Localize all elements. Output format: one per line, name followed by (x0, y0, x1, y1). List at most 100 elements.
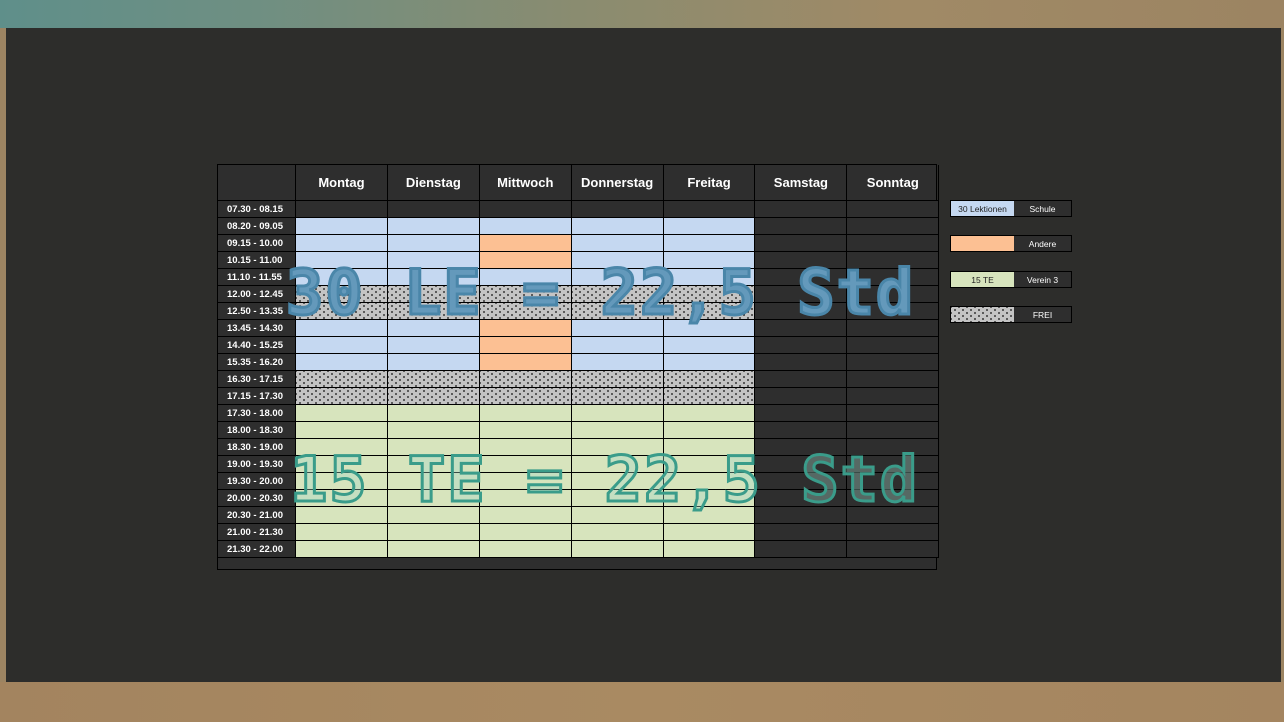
time-slot-label: 12.50 - 13.35 (218, 303, 296, 320)
timetable-cell-schule (571, 337, 664, 354)
timetable-cell-frei (296, 371, 388, 388)
timetable-cell-empty (847, 388, 940, 405)
day-header: Mittwoch (479, 165, 572, 201)
timetable-cell-schule (663, 337, 756, 354)
timetable-cell-frei (387, 371, 480, 388)
timetable-cell-schule (571, 235, 664, 252)
timetable-cell-empty (755, 541, 848, 558)
timetable-cell-frei (387, 388, 480, 405)
timetable-cell-andere (479, 235, 572, 252)
timetable-cell-empty (847, 524, 940, 541)
timetable-cell-verein (571, 524, 664, 541)
timetable-cell-frei (571, 388, 664, 405)
timetable-cell-schule (296, 235, 388, 252)
time-slot-label: 19.00 - 19.30 (218, 456, 296, 473)
legend-item-schule: 30 Lektionen Schule (950, 200, 1072, 217)
time-slot-label: 21.00 - 21.30 (218, 524, 296, 541)
timetable-cell-empty (847, 371, 940, 388)
day-header: Montag (296, 165, 388, 201)
timetable-cell-schule (296, 337, 388, 354)
school-hours-overlay: 30 LE = 22,5 Std (284, 255, 916, 331)
corner-header (218, 165, 296, 201)
timetable-cell-empty (847, 405, 940, 422)
legend-swatch (951, 236, 1014, 251)
time-slot-label: 18.30 - 19.00 (218, 439, 296, 456)
timetable-cell-schule (571, 354, 664, 371)
timetable-cell-empty (479, 201, 572, 218)
timetable-cell-empty (296, 201, 388, 218)
timetable-cell-verein (387, 422, 480, 439)
timetable-cell-verein (663, 541, 756, 558)
timetable-cell-empty (571, 201, 664, 218)
legend-swatch: 30 Lektionen (951, 201, 1014, 216)
timetable-cell-verein (296, 405, 388, 422)
timetable-cell-empty (755, 337, 848, 354)
timetable-cell-empty (847, 354, 940, 371)
day-header: Samstag (755, 165, 848, 201)
legend-label: FREI (1014, 307, 1071, 322)
time-slot-label: 14.40 - 15.25 (218, 337, 296, 354)
time-slot-label: 18.00 - 18.30 (218, 422, 296, 439)
time-slot-label: 09.15 - 10.00 (218, 235, 296, 252)
club-hours-text: 15 TE = 22,5 Std (288, 442, 920, 518)
timetable-cell-schule (663, 354, 756, 371)
school-hours-text: 30 LE = 22,5 Std (284, 255, 916, 331)
timetable-cell-verein (296, 524, 388, 541)
timetable-cell-empty (755, 371, 848, 388)
legend-swatch: 15 TE (951, 272, 1014, 287)
time-slot-label: 20.30 - 21.00 (218, 507, 296, 524)
day-header: Dienstag (387, 165, 480, 201)
timetable-cell-verein (387, 524, 480, 541)
legend-item-verein: 15 TE Verein 3 (950, 271, 1072, 288)
timetable-cell-verein (296, 541, 388, 558)
time-slot-label: 16.30 - 17.15 (218, 371, 296, 388)
timetable-cell-andere (479, 354, 572, 371)
timetable-cell-empty (847, 337, 940, 354)
day-header: Donnerstag (571, 165, 664, 201)
time-slot-label: 12.00 - 12.45 (218, 286, 296, 303)
timetable-cell-empty (755, 422, 848, 439)
legend-label: Andere (1014, 236, 1071, 251)
timetable-cell-frei (479, 371, 572, 388)
legend-item-andere: Andere (950, 235, 1072, 252)
club-hours-overlay: 15 TE = 22,5 Std (288, 442, 920, 518)
timetable-cell-verein (663, 422, 756, 439)
time-slot-label: 15.35 - 16.20 (218, 354, 296, 371)
timetable-cell-frei (663, 371, 756, 388)
timetable-cell-verein (571, 541, 664, 558)
timetable-cell-schule (663, 235, 756, 252)
timetable-cell-verein (479, 405, 572, 422)
timetable-cell-schule (387, 218, 480, 235)
timetable-cell-empty (755, 405, 848, 422)
timetable-cell-verein (296, 422, 388, 439)
legend-swatch (951, 307, 1014, 322)
time-slot-label: 17.15 - 17.30 (218, 388, 296, 405)
timetable-cell-empty (847, 422, 940, 439)
time-slot-label: 13.45 - 14.30 (218, 320, 296, 337)
timetable-cell-empty (755, 218, 848, 235)
timetable-cell-verein (571, 405, 664, 422)
time-slot-label: 17.30 - 18.00 (218, 405, 296, 422)
timetable-cell-frei (571, 371, 664, 388)
time-slot-label: 20.00 - 20.30 (218, 490, 296, 507)
timetable-cell-verein (663, 405, 756, 422)
timetable-cell-empty (847, 201, 940, 218)
timetable-cell-empty (847, 218, 940, 235)
timetable-cell-schule (663, 218, 756, 235)
timetable-cell-verein (479, 524, 572, 541)
time-slot-label: 19.30 - 20.00 (218, 473, 296, 490)
time-slot-label: 10.15 - 11.00 (218, 252, 296, 269)
timetable-cell-verein (571, 422, 664, 439)
top-decor-strip (0, 0, 1284, 28)
timetable-cell-empty (755, 388, 848, 405)
timetable-cell-verein (387, 405, 480, 422)
timetable-cell-empty (755, 201, 848, 218)
timetable-cell-empty (847, 541, 940, 558)
time-slot-label: 21.30 - 22.00 (218, 541, 296, 558)
timetable-cell-schule (387, 235, 480, 252)
bottom-decor-strip (0, 682, 1284, 722)
legend-label: Schule (1014, 201, 1071, 216)
timetable-cell-verein (479, 541, 572, 558)
timetable-cell-schule (387, 354, 480, 371)
timetable-cell-verein (387, 541, 480, 558)
